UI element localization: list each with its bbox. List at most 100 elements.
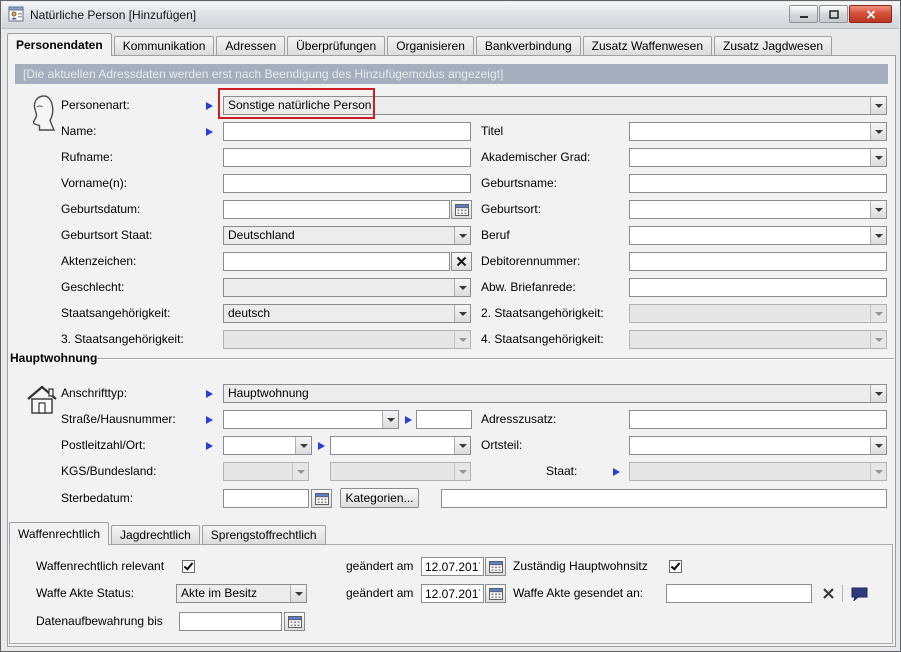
subtab-sprengstoffrechtlich[interactable]: Sprengstoffrechtlich: [202, 525, 326, 545]
tab-zusatz-waffenwesen[interactable]: Zusatz Waffenwesen: [583, 36, 712, 56]
kategorien-button[interactable]: Kategorien...: [340, 488, 419, 508]
tab-adressen[interactable]: Adressen: [216, 36, 285, 56]
vorname-input[interactable]: [223, 174, 471, 193]
tab-organisieren[interactable]: Organisieren: [387, 36, 474, 56]
label-sterbedatum: Sterbedatum:: [61, 489, 133, 508]
dropdown-arrow-icon[interactable]: [870, 123, 886, 140]
dropdown-arrow-icon: [870, 305, 886, 322]
label-debitorennummer: Debitorennummer:: [481, 252, 580, 271]
titel-combobox[interactable]: [629, 122, 887, 141]
required-arrow-icon: [206, 442, 213, 450]
dropdown-arrow-icon[interactable]: [454, 227, 470, 244]
label-datenaufbewahrung-bis: Datenaufbewahrung bis: [36, 612, 163, 631]
gesendet-an-clear-button[interactable]: [817, 584, 839, 603]
label-geburtsdatum: Geburtsdatum:: [61, 200, 140, 219]
name-input[interactable]: [223, 122, 471, 141]
akademischer-grad-combobox[interactable]: [629, 148, 887, 167]
postleitzahl-combobox[interactable]: [223, 436, 312, 455]
label-waffe-akte-status: Waffe Akte Status:: [36, 584, 134, 603]
tab-zusatz-jagdwesen[interactable]: Zusatz Jagdwesen: [714, 36, 832, 56]
geaendert-am-2-calendar-button[interactable]: [485, 584, 506, 603]
ortsteil-value: [630, 437, 870, 454]
kategorien-input[interactable]: [441, 489, 887, 508]
required-arrow-icon: [318, 442, 325, 450]
waffenrechtlich-relevant-checkbox[interactable]: [182, 560, 195, 573]
label-akademischer-grad: Akademischer Grad:: [481, 148, 590, 167]
dropdown-arrow-icon[interactable]: [382, 411, 398, 428]
tab-kommunikation[interactable]: Kommunikation: [114, 36, 215, 56]
sterbedatum-input[interactable]: [223, 489, 309, 508]
maximize-button[interactable]: [819, 5, 848, 23]
subtab-waffenrechtlich[interactable]: Waffenrechtlich: [9, 522, 109, 545]
calendar-icon: [455, 203, 469, 216]
geburtsort-combobox[interactable]: [629, 200, 887, 219]
aktenzeichen-clear-button[interactable]: [451, 252, 472, 271]
geaendert-am-1-calendar-button[interactable]: [485, 557, 506, 576]
zustaendig-hauptwohnsitz-checkbox[interactable]: [669, 560, 682, 573]
label-waffenrechtlich-relevant: Waffenrechtlich relevant: [36, 557, 164, 576]
dropdown-arrow-icon: [454, 463, 470, 480]
datenaufbewahrung-input[interactable]: [179, 612, 282, 631]
waffe-akte-gesendet-an-input[interactable]: [666, 584, 812, 603]
subtab-jagdrechtlich[interactable]: Jagdrechtlich: [111, 525, 200, 545]
tab-personendaten[interactable]: Personendaten: [7, 33, 112, 56]
strasse-combobox[interactable]: [223, 410, 399, 429]
dropdown-arrow-icon[interactable]: [870, 201, 886, 218]
geburtsdatum-input[interactable]: [223, 200, 450, 219]
datenaufbewahrung-calendar-button[interactable]: [284, 612, 305, 631]
anschrifttyp-combobox[interactable]: Hauptwohnung: [223, 384, 887, 403]
hausnummer-input[interactable]: [416, 410, 472, 429]
abw-briefanrede-input[interactable]: [629, 278, 887, 297]
geschlecht-value: [224, 279, 454, 296]
adresszusatz-input[interactable]: [629, 410, 887, 429]
dropdown-arrow-icon: [870, 331, 886, 348]
aktenzeichen-input[interactable]: [223, 252, 450, 271]
dropdown-arrow-icon[interactable]: [870, 97, 886, 114]
dropdown-arrow-icon[interactable]: [870, 227, 886, 244]
dropdown-arrow-icon[interactable]: [290, 585, 306, 602]
required-arrow-icon: [206, 128, 213, 136]
geburtsname-input[interactable]: [629, 174, 887, 193]
geburtsdatum-calendar-button[interactable]: [451, 200, 472, 219]
strasse-value: [224, 411, 382, 428]
ortsteil-combobox[interactable]: [629, 436, 887, 455]
required-arrow-icon: [206, 102, 213, 110]
waffe-akte-status-combobox[interactable]: Akte im Besitz: [176, 584, 307, 603]
dropdown-arrow-icon[interactable]: [295, 437, 311, 454]
label-vorname: Vorname(n):: [61, 174, 127, 193]
window-title: Natürliche Person [Hinzufügen]: [30, 8, 196, 22]
sterbedatum-calendar-button[interactable]: [311, 489, 332, 508]
tab-bankverbindung[interactable]: Bankverbindung: [476, 36, 581, 56]
staat-value: [630, 463, 870, 480]
label-staat: Staat:: [546, 462, 577, 481]
calendar-icon: [315, 492, 329, 505]
staatsangehoerigkeit-combobox[interactable]: deutsch: [223, 304, 471, 323]
geburtsort-value: [630, 201, 870, 218]
geaendert-am-2-input[interactable]: [421, 584, 484, 603]
clear-x-icon: [456, 256, 467, 267]
dropdown-arrow-icon[interactable]: [454, 305, 470, 322]
dropdown-arrow-icon[interactable]: [454, 437, 470, 454]
beruf-combobox[interactable]: [629, 226, 887, 245]
app-icon: [8, 6, 24, 25]
gesendet-an-comment-button[interactable]: [848, 584, 870, 603]
tab-ueberpruefungen[interactable]: Überprüfungen: [287, 36, 385, 56]
close-button[interactable]: [849, 5, 892, 23]
staatsangehoerigkeit-4-value: [630, 331, 870, 348]
label-waffe-akte-gesendet-an: Waffe Akte gesendet an:: [513, 584, 643, 603]
title-bar[interactable]: Natürliche Person [Hinzufügen]: [2, 2, 899, 29]
dropdown-arrow-icon[interactable]: [454, 279, 470, 296]
personenart-combobox[interactable]: Sonstige natürliche Person: [223, 96, 887, 115]
debitorennummer-input[interactable]: [629, 252, 887, 271]
rufname-input[interactable]: [223, 148, 471, 167]
dropdown-arrow-icon[interactable]: [870, 149, 886, 166]
dropdown-arrow-icon[interactable]: [870, 437, 886, 454]
geburtsort-staat-combobox[interactable]: Deutschland: [223, 226, 471, 245]
dropdown-arrow-icon[interactable]: [870, 385, 886, 402]
geschlecht-combobox[interactable]: [223, 278, 471, 297]
checkmark-icon: [671, 560, 681, 570]
personenart-value: Sonstige natürliche Person: [224, 97, 870, 114]
minimize-button[interactable]: [789, 5, 818, 23]
ort-combobox[interactable]: [330, 436, 471, 455]
geaendert-am-1-input[interactable]: [421, 557, 484, 576]
